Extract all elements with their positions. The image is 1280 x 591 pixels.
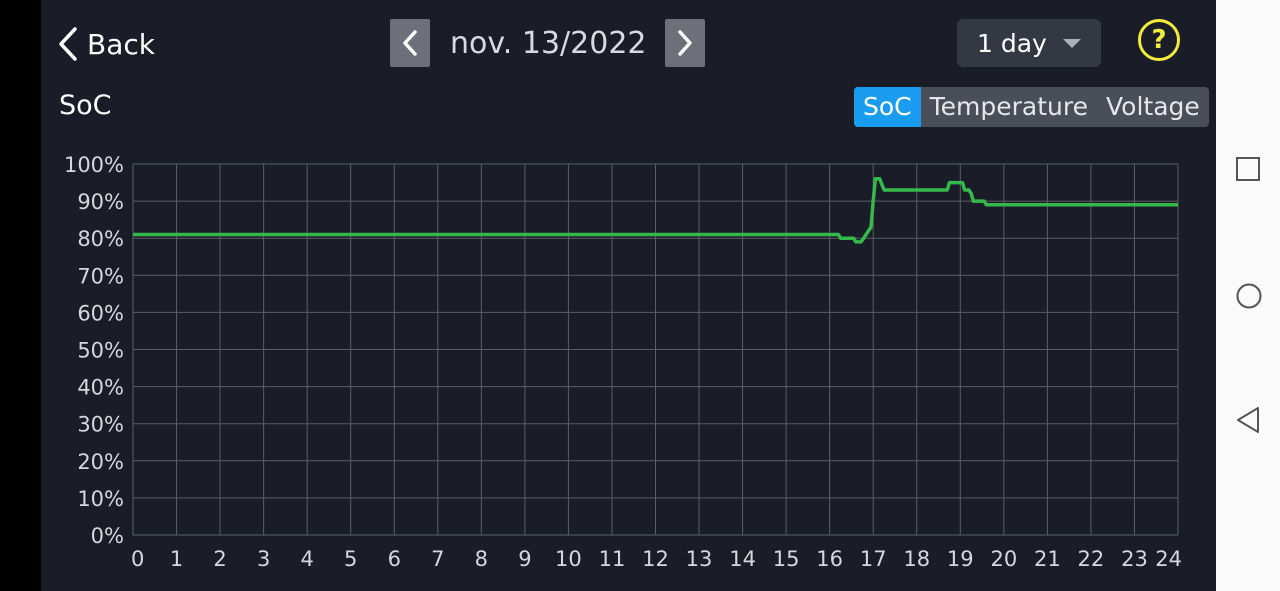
x-tick-label: 2 [213, 547, 226, 571]
soc-line-chart: 0%10%20%30%40%50%60%70%80%90%100% 012345… [64, 153, 1182, 571]
x-tick-label: 15 [773, 547, 800, 571]
triangle-back-icon[interactable] [1234, 405, 1262, 435]
x-tick-label: 13 [686, 547, 713, 571]
section-title: SoC [59, 90, 112, 121]
chevron-left-icon [59, 27, 77, 61]
y-tick-label: 70% [77, 264, 124, 288]
y-tick-label: 100% [64, 153, 124, 177]
x-tick-label: 11 [599, 547, 626, 571]
y-tick-label: 80% [77, 227, 124, 251]
x-tick-label: 12 [642, 547, 669, 571]
y-tick-label: 0% [91, 524, 124, 548]
x-tick-label: 0 [131, 547, 144, 571]
x-tick-label: 7 [431, 547, 444, 571]
y-tick-label: 60% [77, 301, 124, 325]
x-tick-label: 17 [860, 547, 887, 571]
chevron-left-icon [403, 30, 417, 56]
x-tick-label: 10 [555, 547, 582, 571]
range-value: 1 day [977, 28, 1047, 58]
y-tick-label: 30% [77, 413, 124, 437]
square-icon[interactable] [1234, 155, 1262, 183]
x-tick-label: 3 [257, 547, 270, 571]
help-button[interactable]: ? [1138, 19, 1180, 61]
x-tick-label: 9 [518, 547, 531, 571]
y-axis-labels: 0% 10% 20% 30% 40% 50% 60% 70% 80% 90% 100% [64, 153, 124, 548]
chevron-right-icon [678, 30, 692, 56]
x-tick-label: 23 [1121, 547, 1148, 571]
question-circle-icon: ? [1151, 25, 1167, 55]
x-tick-label: 24 [1155, 547, 1182, 571]
y-tick-label: 10% [77, 487, 124, 511]
x-axis-labels: 0 1 2 3 4 5 6 7 8 9 10 11 12 13 14 15 16 17 18 19 20 21 22 23 24 [131, 547, 1182, 571]
x-tick-label: 1 [170, 547, 183, 571]
x-tick-label: 8 [475, 547, 488, 571]
tab-soc[interactable]: SoC [854, 87, 921, 127]
caret-down-icon [1063, 39, 1081, 48]
y-tick-label: 40% [77, 376, 124, 400]
x-tick-label: 4 [300, 547, 313, 571]
x-tick-label: 21 [1034, 547, 1061, 571]
x-tick-label: 6 [388, 547, 401, 571]
y-tick-label: 50% [77, 339, 124, 363]
x-tick-label: 14 [729, 547, 756, 571]
system-nav-bar [1216, 0, 1280, 591]
back-button[interactable]: Back [57, 22, 155, 66]
chart-grid [132, 163, 1179, 536]
x-tick-label: 18 [903, 547, 930, 571]
x-tick-label: 22 [1078, 547, 1105, 571]
x-tick-label: 20 [990, 547, 1017, 571]
previous-day-button[interactable] [390, 19, 430, 67]
date-label: nov. 13/2022 [450, 26, 647, 61]
app-screen: Back nov. 13/2022 1 day ? SoC SoC Temper… [41, 0, 1216, 591]
circle-icon[interactable] [1234, 281, 1264, 311]
x-tick-label: 16 [816, 547, 843, 571]
tab-temperature[interactable]: Temperature [921, 87, 1097, 127]
y-tick-label: 20% [77, 450, 124, 474]
range-dropdown[interactable]: 1 day [957, 19, 1101, 67]
metric-tabs: SoC Temperature Voltage [854, 87, 1209, 127]
next-day-button[interactable] [665, 19, 705, 67]
x-tick-label: 5 [344, 547, 357, 571]
x-tick-label: 19 [947, 547, 974, 571]
y-tick-label: 90% [77, 190, 124, 214]
tab-voltage[interactable]: Voltage [1097, 87, 1209, 127]
back-label: Back [87, 27, 155, 61]
